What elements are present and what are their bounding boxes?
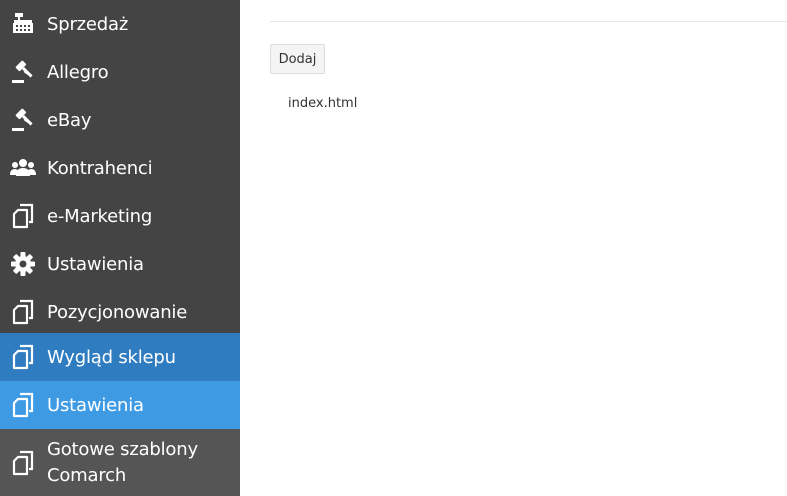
sidebar-item-ebay[interactable]: eBay	[0, 96, 240, 144]
main-content: Dodaj index.html	[240, 0, 787, 496]
documents-icon	[10, 299, 36, 325]
sidebar-item-label: Gotowe szablony Comarch	[47, 439, 198, 486]
sidebar-item-label: Ustawienia	[47, 394, 144, 416]
sidebar-item-kontrahenci[interactable]: Kontrahenci	[0, 144, 240, 192]
sidebar-item-label: Pozycjonowanie	[47, 301, 188, 323]
documents-icon	[10, 344, 36, 370]
sidebar-item-e-marketing[interactable]: e-Marketing	[0, 192, 240, 240]
sidebar-item-label: Wygląd sklepu	[47, 346, 176, 368]
sidebar-item-label: e-Marketing	[47, 205, 153, 227]
cash-register-icon	[10, 11, 36, 37]
documents-icon	[10, 392, 36, 418]
divider	[270, 21, 787, 22]
documents-icon	[10, 203, 36, 229]
documents-icon	[10, 450, 36, 476]
add-button[interactable]: Dodaj	[270, 44, 325, 74]
sidebar-item-allegro[interactable]: Allegro	[0, 48, 240, 96]
sidebar: Sprzedaż Allegro eBay Kontrahenci e-Mark…	[0, 0, 240, 496]
sidebar-item-ustawienia-active[interactable]: Ustawienia	[0, 381, 240, 429]
users-icon	[10, 155, 36, 181]
sidebar-item-wyglad-sklepu[interactable]: Wygląd sklepu	[0, 333, 240, 381]
sidebar-item-label: Kontrahenci	[47, 157, 153, 179]
sidebar-item-ustawienia[interactable]: Ustawienia	[0, 240, 240, 288]
file-item[interactable]: index.html	[288, 96, 357, 111]
sidebar-item-pozycjonowanie[interactable]: Pozycjonowanie	[0, 288, 240, 336]
sidebar-item-label: Sprzedaż	[47, 13, 129, 35]
gavel-icon	[10, 59, 36, 85]
sidebar-item-gotowe-szablony[interactable]: Gotowe szablony Comarch	[0, 429, 240, 496]
sidebar-item-label: Allegro	[47, 61, 109, 83]
gear-icon	[10, 251, 36, 277]
sidebar-item-label: eBay	[47, 109, 92, 131]
sidebar-item-label: Ustawienia	[47, 253, 144, 275]
sidebar-item-sprzedaz[interactable]: Sprzedaż	[0, 0, 240, 48]
gavel-icon	[10, 107, 36, 133]
